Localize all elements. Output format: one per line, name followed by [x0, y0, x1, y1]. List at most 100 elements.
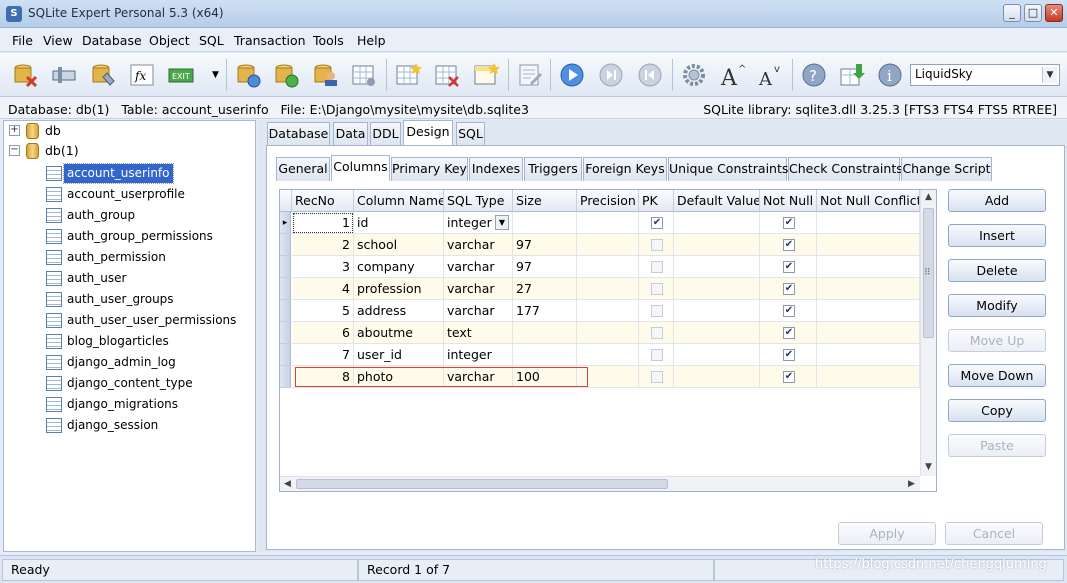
cell-column-name[interactable]: user_id [354, 344, 444, 366]
resize-grip-icon[interactable]: ⠿ [924, 268, 931, 278]
tree-item-blog-blogarticles[interactable]: blog_blogarticles [4, 331, 254, 352]
cell-sql-type[interactable]: varchar [444, 256, 513, 278]
cell-sql-type[interactable]: integer ▼ [444, 212, 513, 234]
theme-select[interactable]: LiquidSky ▼ [910, 64, 1060, 86]
menu-sql[interactable]: SQL [199, 33, 224, 48]
tab-columns[interactable]: Columns [331, 155, 390, 181]
pk-checkbox[interactable] [651, 239, 663, 251]
cell-default-value[interactable] [674, 344, 760, 366]
column-header-not-null-conflict[interactable]: Not Null Conflict [817, 190, 920, 212]
menu-database[interactable]: Database [82, 33, 142, 48]
cell-precision[interactable] [577, 322, 639, 344]
cell-not-null-conflict[interactable] [817, 256, 920, 278]
new-table-icon[interactable] [394, 61, 422, 89]
tree-item-account-userprofile[interactable]: account_userprofile [4, 184, 254, 205]
cell-not-null-conflict[interactable] [817, 300, 920, 322]
tab-sql[interactable]: SQL [456, 122, 485, 146]
not-null-checkbox[interactable]: ✔ [783, 217, 795, 229]
minimize-button[interactable]: _ [1003, 4, 1021, 22]
cell-pk[interactable] [639, 278, 674, 300]
cell-pk[interactable] [639, 234, 674, 256]
pk-checkbox[interactable] [651, 349, 663, 361]
increase-font-icon[interactable]: A ^ [718, 61, 746, 91]
delete-database-icon[interactable] [11, 61, 39, 89]
cell-recno[interactable]: 7 [292, 344, 354, 366]
help-icon[interactable]: ? [800, 61, 828, 89]
user-database-icon[interactable] [311, 61, 339, 89]
row-indicator[interactable] [280, 300, 291, 322]
cell-not-null[interactable]: ✔ [760, 256, 817, 278]
cell-default-value[interactable] [674, 212, 760, 234]
cell-column-name[interactable]: id [354, 212, 444, 234]
cell-not-null[interactable]: ✔ [760, 278, 817, 300]
tree-item-django-session[interactable]: django_session [4, 415, 254, 436]
cancel-button[interactable]: Cancel [945, 522, 1043, 545]
cell-size[interactable]: 97 [513, 256, 577, 278]
cell-default-value[interactable] [674, 278, 760, 300]
cell-precision[interactable] [577, 278, 639, 300]
row-indicator[interactable] [280, 366, 291, 388]
tree-database-db1[interactable]: − db(1) [4, 141, 254, 162]
expand-icon[interactable]: + [9, 125, 20, 136]
cell-not-null[interactable]: ✔ [760, 234, 817, 256]
menu-help[interactable]: Help [357, 33, 386, 48]
cell-default-value[interactable] [674, 322, 760, 344]
cell-pk[interactable]: ✔ [639, 212, 674, 234]
cell-size[interactable]: 97 [513, 234, 577, 256]
cell-not-null[interactable]: ✔ [760, 344, 817, 366]
tree-database-db[interactable]: + db [4, 121, 254, 142]
cell-recno[interactable]: 2 [292, 234, 354, 256]
insert-button[interactable]: Insert [948, 224, 1046, 247]
cell-not-null-conflict[interactable] [817, 366, 920, 388]
tree-item-auth-user[interactable]: auth_user [4, 268, 254, 289]
tab-design[interactable]: Design [403, 120, 453, 146]
cell-not-null[interactable]: ✔ [760, 212, 817, 234]
close-button[interactable]: ✕ [1045, 4, 1063, 22]
cell-sql-type[interactable]: text [444, 322, 513, 344]
cell-recno[interactable]: 4 [292, 278, 354, 300]
stop-icon[interactable] [597, 61, 625, 89]
collapse-icon[interactable]: − [9, 145, 20, 156]
cell-size[interactable] [513, 322, 577, 344]
scroll-left-icon[interactable]: ◀ [280, 477, 295, 492]
not-null-checkbox[interactable]: ✔ [783, 261, 795, 273]
vertical-scrollbar[interactable]: ▲ ▼ [920, 190, 936, 476]
copy-button[interactable]: Copy [948, 399, 1046, 422]
sql-type-dropdown-icon[interactable]: ▼ [495, 215, 509, 230]
menu-object[interactable]: Object [149, 33, 190, 48]
not-null-checkbox[interactable]: ✔ [783, 305, 795, 317]
tab-data[interactable]: Data [333, 122, 368, 146]
paste-button[interactable]: Paste [948, 434, 1046, 457]
cell-not-null-conflict[interactable] [817, 322, 920, 344]
apply-button[interactable]: Apply [838, 522, 936, 545]
tree-item-auth-permission[interactable]: auth_permission [4, 247, 254, 268]
tree-item-django-content-type[interactable]: django_content_type [4, 373, 254, 394]
cell-precision[interactable] [577, 256, 639, 278]
cell-sql-type[interactable]: varchar [444, 234, 513, 256]
tree-item-account-userinfo[interactable]: account_userinfo [4, 163, 254, 184]
menu-file[interactable]: File [12, 33, 33, 48]
not-null-checkbox[interactable]: ✔ [783, 283, 795, 295]
exit-icon[interactable]: EXIT [167, 61, 195, 89]
menu-tools[interactable]: Tools [313, 33, 344, 48]
column-header-not-null[interactable]: Not Null [760, 190, 817, 212]
refresh-database-icon[interactable] [234, 61, 262, 89]
cell-not-null[interactable]: ✔ [760, 366, 817, 388]
cell-pk[interactable] [639, 300, 674, 322]
row-indicator[interactable]: ▸ [280, 212, 291, 234]
cell-not-null-conflict[interactable] [817, 234, 920, 256]
add-button[interactable]: Add [948, 189, 1046, 212]
grid-settings-icon[interactable] [350, 61, 378, 89]
cell-column-name[interactable]: school [354, 234, 444, 256]
move-up-button[interactable]: Move Up [948, 329, 1046, 352]
cell-precision[interactable] [577, 300, 639, 322]
pk-checkbox[interactable] [651, 305, 663, 317]
tree-item-django-admin-log[interactable]: django_admin_log [4, 352, 254, 373]
row-indicator[interactable] [280, 234, 291, 256]
scroll-down-icon[interactable]: ▼ [921, 460, 936, 475]
cell-recno[interactable]: 6 [292, 322, 354, 344]
pk-checkbox[interactable] [651, 327, 663, 339]
database-properties-icon[interactable] [89, 61, 117, 89]
tab-triggers[interactable]: Triggers [524, 157, 582, 181]
cell-sql-type[interactable]: varchar [444, 300, 513, 322]
